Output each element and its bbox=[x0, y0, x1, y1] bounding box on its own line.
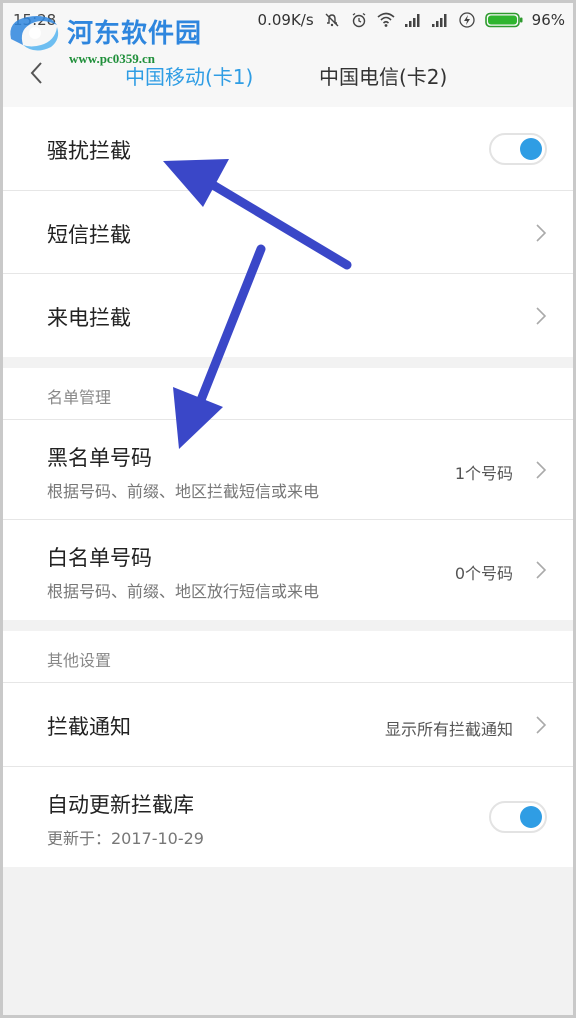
toggle-knob bbox=[520, 806, 542, 828]
toggle-knob bbox=[520, 138, 542, 160]
blacklist-title: 黑名单号码 bbox=[47, 446, 152, 470]
mute-icon bbox=[323, 11, 341, 29]
chevron-right-icon bbox=[535, 560, 547, 580]
call-block-label: 来电拦截 bbox=[47, 306, 131, 330]
blacklist-count: 1个号码 bbox=[454, 464, 513, 483]
list-management-label: 名单管理 bbox=[47, 388, 112, 407]
blacklist-subtitle: 根据号码、前缀、地区拦截短信或来电 bbox=[47, 482, 320, 501]
list-management-header: 名单管理 bbox=[3, 368, 573, 420]
alarm-icon bbox=[350, 11, 368, 29]
watermark: 河东软件园 www.pc0359.cn bbox=[5, 7, 225, 67]
charging-icon bbox=[458, 11, 476, 29]
watermark-logo-icon bbox=[5, 11, 63, 61]
other-settings-header: 其他设置 bbox=[3, 631, 573, 683]
chevron-right-icon bbox=[535, 223, 547, 243]
whitelist-count: 0个号码 bbox=[454, 564, 513, 583]
notification-value: 显示所有拦截通知 bbox=[384, 720, 513, 739]
blacklist-row[interactable]: 黑名单号码 根据号码、前缀、地区拦截短信或来电 1个号码 bbox=[3, 420, 573, 520]
network-speed: 0.09K/s bbox=[257, 11, 314, 29]
chevron-right-icon bbox=[535, 306, 547, 326]
harass-block-label: 骚扰拦截 bbox=[47, 139, 131, 163]
chevron-right-icon bbox=[535, 460, 547, 480]
whitelist-row[interactable]: 白名单号码 根据号码、前缀、地区放行短信或来电 0个号码 bbox=[3, 520, 573, 620]
block-section: 骚扰拦截 短信拦截 来电拦截 bbox=[3, 107, 573, 357]
battery-icon bbox=[484, 11, 523, 29]
signal-icon bbox=[404, 11, 422, 29]
auto-update-row[interactable]: 自动更新拦截库 更新于：2017-10-29 bbox=[3, 767, 573, 867]
status-right: 0.09K/s 96% bbox=[258, 11, 565, 29]
tab-sim2[interactable]: 中国电信(卡2) bbox=[319, 61, 447, 90]
sms-block-label: 短信拦截 bbox=[47, 223, 131, 247]
chevron-right-icon bbox=[535, 715, 547, 735]
signal-icon bbox=[431, 11, 449, 29]
phone-screen: 15:28 0.09K/s 96% bbox=[3, 3, 573, 1015]
other-settings-label: 其他设置 bbox=[47, 651, 112, 670]
auto-update-title: 自动更新拦截库 bbox=[47, 793, 194, 817]
other-settings-section: 拦截通知 显示所有拦截通知 自动更新拦截库 更新于：2017-10-29 bbox=[3, 683, 573, 867]
watermark-url: www.pc0359.cn bbox=[69, 51, 155, 66]
notification-title: 拦截通知 bbox=[47, 715, 131, 739]
call-block-row[interactable]: 来电拦截 bbox=[3, 274, 573, 357]
whitelist-subtitle: 根据号码、前缀、地区放行短信或来电 bbox=[47, 582, 320, 601]
auto-update-toggle[interactable] bbox=[489, 801, 547, 833]
list-management-section: 黑名单号码 根据号码、前缀、地区拦截短信或来电 1个号码 白名单号码 根据号码、… bbox=[3, 420, 573, 620]
harass-block-toggle[interactable] bbox=[489, 133, 547, 165]
watermark-title: 河东软件园 bbox=[67, 19, 203, 49]
notification-row[interactable]: 拦截通知 显示所有拦截通知 bbox=[3, 683, 573, 767]
whitelist-title: 白名单号码 bbox=[47, 546, 152, 570]
sms-block-row[interactable]: 短信拦截 bbox=[3, 191, 573, 274]
auto-update-subtitle: 更新于：2017-10-29 bbox=[47, 829, 204, 848]
battery-percent: 96% bbox=[531, 11, 565, 29]
wifi-icon bbox=[377, 11, 395, 29]
harass-block-row[interactable]: 骚扰拦截 bbox=[3, 107, 573, 191]
